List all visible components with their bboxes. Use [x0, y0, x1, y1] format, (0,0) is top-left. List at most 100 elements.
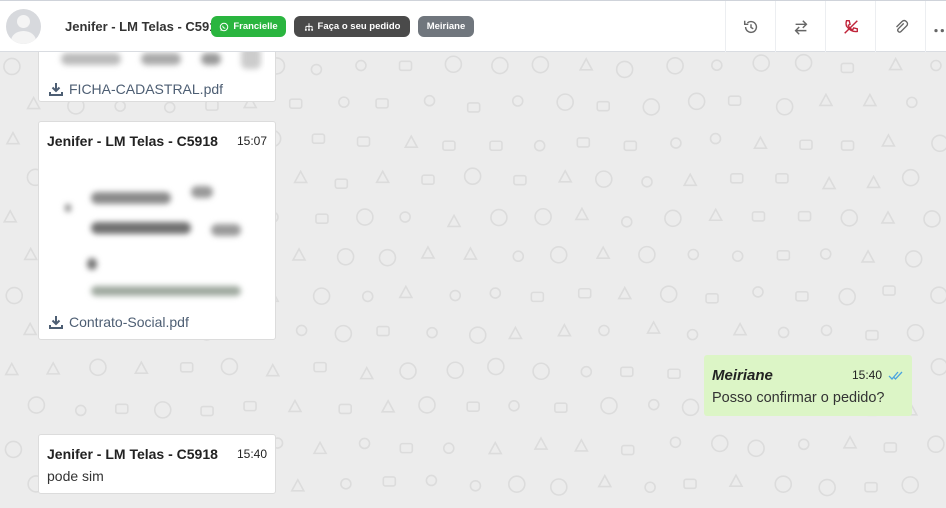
wallpaper-doodle	[864, 481, 878, 493]
history-button[interactable]	[725, 1, 775, 52]
wallpaper-doodle	[4, 440, 23, 459]
wallpaper-doodle	[666, 56, 684, 75]
wallpaper-doodle	[747, 439, 765, 458]
more-button[interactable]	[925, 1, 946, 52]
tag-agent[interactable]: Francielle	[211, 16, 286, 37]
wallpaper-doodle	[865, 329, 879, 341]
message-time: 15:40	[851, 368, 882, 382]
wallpaper-doodle	[840, 140, 855, 151]
wallpaper-doodle	[708, 207, 724, 222]
wallpaper-doodle	[469, 479, 482, 492]
wallpaper-doodle	[687, 248, 700, 261]
wallpaper-doodle	[904, 250, 923, 268]
wallpaper-doodle	[687, 92, 706, 111]
wallpaper-doodle	[421, 174, 435, 186]
wallpaper-doodle	[686, 328, 699, 341]
wallpaper-doodle	[574, 438, 589, 452]
wallpaper-doodle	[533, 139, 546, 152]
wallpaper-doodle	[114, 100, 126, 112]
tag-queue[interactable]: Meiriane	[418, 16, 474, 37]
wallpaper-doodle	[638, 245, 656, 264]
wallpaper-doodle	[243, 400, 257, 412]
tag-flow[interactable]: Faça o seu pedido	[294, 16, 410, 37]
contact-avatar[interactable]	[6, 9, 41, 44]
contact-name[interactable]: Jenifer - LM Telas - C5918	[65, 19, 224, 34]
wallpaper-doodle	[667, 368, 681, 380]
wallpaper-doodle	[420, 245, 436, 259]
wallpaper-doodle	[888, 56, 903, 71]
wallpaper-doodle	[797, 210, 812, 222]
wallpaper-doodle	[399, 442, 414, 454]
wallpaper-doodle	[89, 358, 107, 377]
wallpaper-doodle	[880, 210, 896, 224]
wallpaper-doodle	[617, 285, 633, 300]
message-incoming: Jenifer - LM Telas - C5918 15:40 pode si…	[38, 434, 276, 494]
file-download-link[interactable]: FICHA-CADASTRAL.pdf	[49, 81, 223, 97]
flow-icon	[304, 22, 313, 31]
wallpaper-doodle	[906, 323, 925, 342]
wallpaper-doodle	[620, 216, 633, 228]
transfer-icon	[794, 19, 807, 35]
wallpaper-doodle	[647, 398, 660, 411]
wallpaper-doodle	[399, 362, 417, 380]
wallpaper-doodle	[882, 285, 896, 296]
wallpaper-doodle	[576, 137, 591, 148]
file-preview[interactable]	[51, 158, 265, 310]
avatar-body	[11, 31, 36, 44]
wallpaper-doodle	[795, 290, 809, 302]
wallpaper-doodle	[549, 246, 568, 264]
wallpaper-doodle	[751, 211, 766, 222]
wallpaper-doodle	[641, 176, 653, 188]
wallpaper-doodle	[659, 285, 678, 303]
wallpaper-doodle	[820, 324, 833, 337]
end-call-button[interactable]	[825, 1, 875, 52]
attachment-button[interactable]	[875, 1, 925, 52]
message-outgoing: Meiriane 15:40 Posso confirmar o pedido?	[704, 355, 912, 416]
wallpaper-doodle	[620, 366, 634, 378]
wallpaper-doodle	[550, 478, 568, 496]
wallpaper-doodle	[682, 172, 698, 187]
wallpaper-doodle	[444, 55, 463, 74]
wallpaper-doodle	[930, 286, 946, 305]
chat-area[interactable]: FICHA-CADASTRAL.pdf Jenifer - LM Telas -…	[0, 52, 946, 508]
wallpaper-doodle	[530, 291, 545, 303]
wallpaper-doodle	[312, 287, 331, 305]
transfer-button[interactable]	[775, 1, 825, 52]
wallpaper-doodle	[205, 100, 219, 111]
avatar-head	[17, 15, 30, 28]
wallpaper-doodle	[819, 248, 832, 260]
wallpaper-doodle	[931, 134, 946, 153]
file-download-link[interactable]: Contrato-Social.pdf	[49, 314, 189, 330]
wallpaper-doodle	[334, 178, 349, 189]
wallpaper-doodle	[729, 173, 744, 184]
wallpaper-doodle	[74, 404, 87, 417]
wallpaper-doodle	[45, 361, 61, 375]
wallpaper-doodle	[752, 54, 771, 72]
wallpaper-doodle	[338, 96, 350, 108]
wallpaper-doodle	[23, 246, 39, 261]
wallpaper-doodle	[664, 209, 682, 228]
attachment-icon	[895, 19, 908, 33]
wallpaper-doodle	[775, 173, 789, 184]
wallpaper-doodle	[511, 95, 524, 107]
wallpaper-doodle	[862, 92, 878, 107]
wallpaper-doodle	[220, 357, 239, 376]
wallpaper-doodle	[753, 135, 768, 150]
wallpaper-doodle	[312, 440, 328, 455]
wallpaper-doodle	[5, 286, 24, 305]
message-text: Posso confirmar o pedido?	[712, 390, 885, 406]
wallpaper-doodle	[290, 478, 306, 492]
wallpaper-doodle	[398, 60, 413, 72]
tag-flow-label: Faça o seu pedido	[317, 21, 401, 32]
wallpaper-doodle	[531, 55, 550, 74]
tag-queue-label: Meiriane	[426, 21, 466, 32]
wallpaper-doodle	[398, 284, 414, 299]
wallpaper-doodle	[442, 442, 455, 455]
wallpaper-doodle	[423, 94, 436, 107]
wallpaper-doodle	[513, 174, 527, 186]
read-receipt-icon	[888, 371, 903, 380]
wallpaper-doodle	[361, 290, 374, 303]
wallpaper-doodle	[315, 213, 329, 225]
wallpaper-doodle	[200, 405, 214, 417]
wallpaper-doodle	[883, 442, 898, 453]
